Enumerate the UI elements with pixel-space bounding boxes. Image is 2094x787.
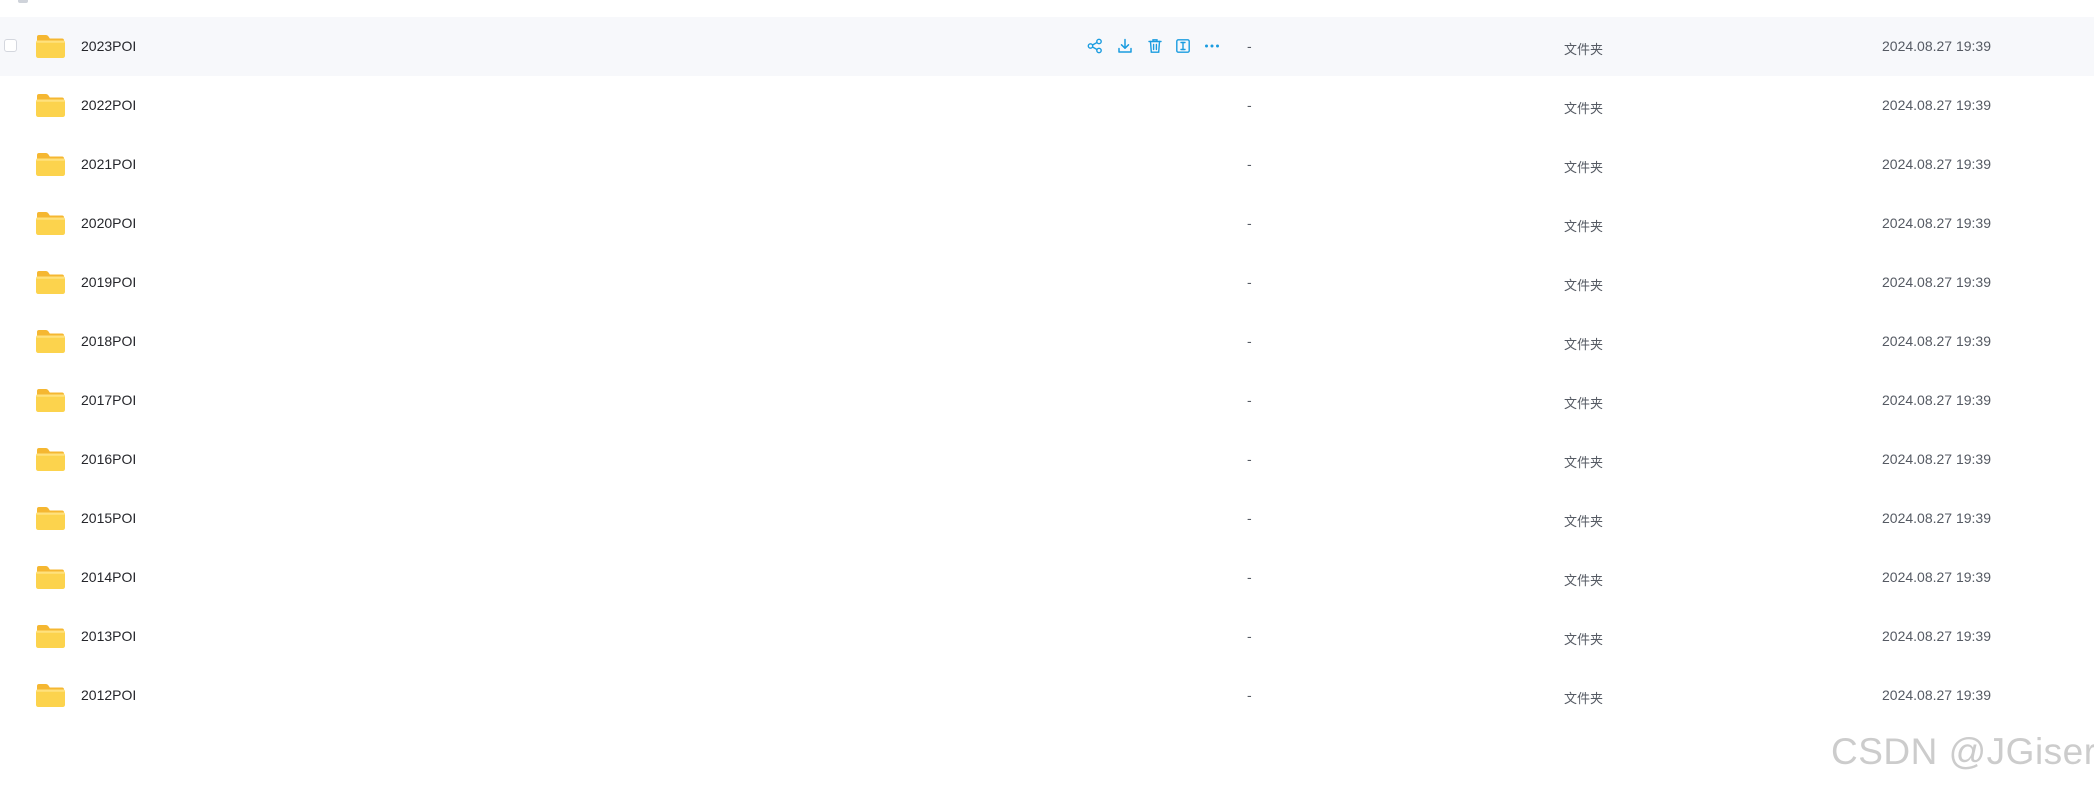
file-type: 文件夹 [1564, 42, 1604, 57]
file-size: - [1247, 215, 1252, 231]
file-name[interactable]: 2020POI [81, 215, 136, 231]
file-size: - [1247, 510, 1252, 526]
file-type: 文件夹 [1564, 160, 1604, 175]
rename-icon[interactable] [1174, 37, 1192, 55]
file-type: 文件夹 [1564, 691, 1604, 706]
file-modified-date: 2024.08.27 19:39 [1882, 38, 1991, 54]
share-icon[interactable] [1086, 37, 1104, 55]
file-row[interactable]: 2012POI - 文件夹 2024.08.27 19:39 [0, 666, 2094, 725]
file-modified-date: 2024.08.27 19:39 [1882, 215, 1991, 231]
file-type: 文件夹 [1564, 278, 1604, 293]
file-name[interactable]: 2015POI [81, 510, 136, 526]
file-name[interactable]: 2014POI [81, 569, 136, 585]
folder-icon [35, 623, 66, 649]
row-checkbox[interactable] [4, 39, 17, 52]
file-name[interactable]: 2012POI [81, 687, 136, 703]
file-modified-date: 2024.08.27 19:39 [1882, 628, 1991, 644]
file-modified-date: 2024.08.27 19:39 [1882, 274, 1991, 290]
file-name[interactable]: 2016POI [81, 451, 136, 467]
folder-icon [35, 210, 66, 236]
file-type: 文件夹 [1564, 396, 1604, 411]
file-type: 文件夹 [1564, 455, 1604, 470]
file-size: - [1247, 274, 1252, 290]
file-size: - [1247, 156, 1252, 172]
file-name[interactable]: 2013POI [81, 628, 136, 644]
file-row[interactable]: 2013POI - 文件夹 2024.08.27 19:39 [0, 607, 2094, 666]
file-type: 文件夹 [1564, 219, 1604, 234]
file-size: - [1247, 333, 1252, 349]
file-name[interactable]: 2023POI [81, 38, 136, 54]
file-row[interactable]: 2022POI - 文件夹 2024.08.27 19:39 [0, 76, 2094, 135]
file-row[interactable]: 2016POI - 文件夹 2024.08.27 19:39 [0, 430, 2094, 489]
folder-icon [35, 269, 66, 295]
file-modified-date: 2024.08.27 19:39 [1882, 97, 1991, 113]
folder-icon [35, 33, 66, 59]
file-modified-date: 2024.08.27 19:39 [1882, 451, 1991, 467]
folder-icon [35, 387, 66, 413]
file-modified-date: 2024.08.27 19:39 [1882, 392, 1991, 408]
file-list: 2023POI - 文件夹 2024.08.27 19:39 2022POI - 文件夹 20… [0, 17, 2094, 725]
file-size: - [1247, 628, 1252, 644]
file-row[interactable]: 2018POI - 文件夹 2024.08.27 19:39 [0, 312, 2094, 371]
file-type: 文件夹 [1564, 101, 1604, 116]
file-modified-date: 2024.08.27 19:39 [1882, 687, 1991, 703]
file-row[interactable]: 2015POI - 文件夹 2024.08.27 19:39 [0, 489, 2094, 548]
file-row[interactable]: 2017POI - 文件夹 2024.08.27 19:39 [0, 371, 2094, 430]
file-name[interactable]: 2022POI [81, 97, 136, 113]
file-size: - [1247, 687, 1252, 703]
file-row[interactable]: 2021POI - 文件夹 2024.08.27 19:39 [0, 135, 2094, 194]
file-modified-date: 2024.08.27 19:39 [1882, 333, 1991, 349]
download-icon[interactable] [1116, 37, 1134, 55]
file-name[interactable]: 2021POI [81, 156, 136, 172]
file-size: - [1247, 451, 1252, 467]
file-modified-date: 2024.08.27 19:39 [1882, 156, 1991, 172]
folder-icon [35, 151, 66, 177]
file-type: 文件夹 [1564, 514, 1604, 529]
delete-icon[interactable] [1146, 37, 1164, 55]
file-name[interactable]: 2019POI [81, 274, 136, 290]
scroll-edge-fragment [18, 0, 28, 3]
folder-icon [35, 682, 66, 708]
file-row[interactable]: 2019POI - 文件夹 2024.08.27 19:39 [0, 253, 2094, 312]
file-type: 文件夹 [1564, 632, 1604, 647]
file-type: 文件夹 [1564, 573, 1604, 588]
file-size: - [1247, 569, 1252, 585]
file-size: - [1247, 392, 1252, 408]
folder-icon [35, 505, 66, 531]
folder-icon [35, 328, 66, 354]
file-row[interactable]: 2023POI - 文件夹 2024.08.27 19:39 [0, 17, 2094, 76]
folder-icon [35, 564, 66, 590]
file-size: - [1247, 97, 1252, 113]
file-name[interactable]: 2017POI [81, 392, 136, 408]
file-size: - [1247, 38, 1252, 54]
file-modified-date: 2024.08.27 19:39 [1882, 510, 1991, 526]
watermark: CSDN @JGiser [1831, 731, 2094, 772]
file-row[interactable]: 2014POI - 文件夹 2024.08.27 19:39 [0, 548, 2094, 607]
more-icon[interactable] [1203, 37, 1221, 55]
folder-icon [35, 446, 66, 472]
folder-icon [35, 92, 66, 118]
file-row[interactable]: 2020POI - 文件夹 2024.08.27 19:39 [0, 194, 2094, 253]
file-name[interactable]: 2018POI [81, 333, 136, 349]
file-type: 文件夹 [1564, 337, 1604, 352]
file-modified-date: 2024.08.27 19:39 [1882, 569, 1991, 585]
